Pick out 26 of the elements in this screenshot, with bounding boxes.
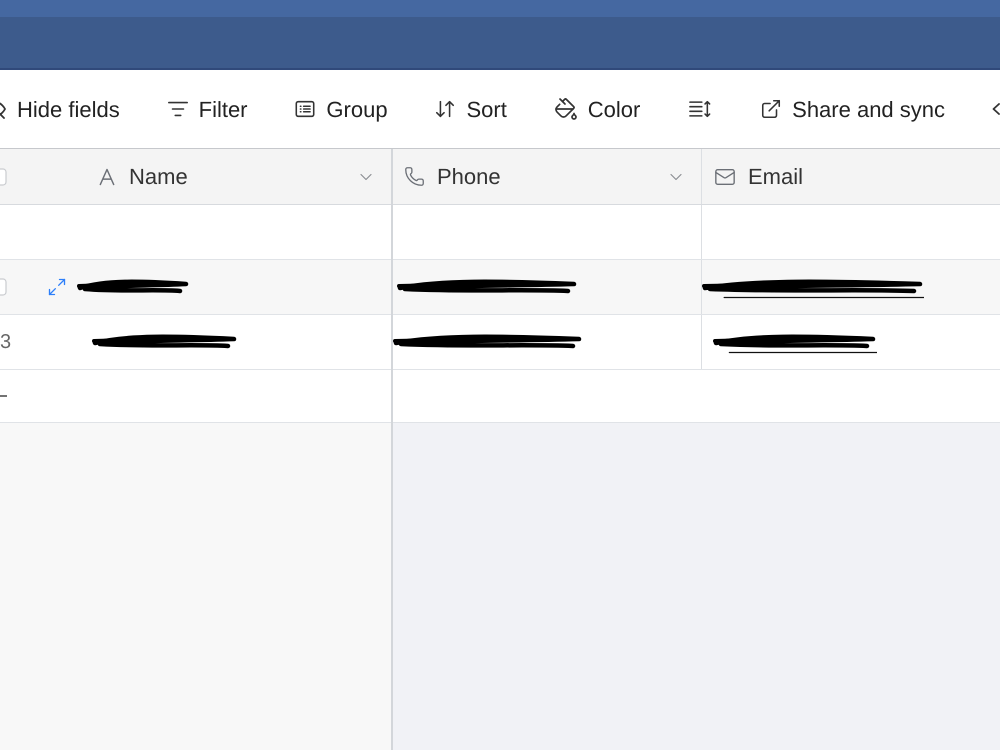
chevron-left-icon (992, 101, 1000, 117)
list-box-icon (294, 98, 316, 120)
sort-arrows-icon (434, 98, 456, 120)
column-title: Email (748, 163, 804, 191)
color-button[interactable]: Color (554, 89, 640, 129)
row-number: 3 (0, 330, 12, 355)
paint-bucket-icon (554, 97, 578, 121)
table-row[interactable] (393, 315, 1000, 370)
group-button[interactable]: Group (294, 89, 388, 129)
sort-button[interactable]: Sort (434, 89, 507, 129)
column-title: Name (129, 163, 188, 191)
hide-fields-button[interactable]: Hide fields (0, 89, 120, 129)
dash-icon (0, 395, 8, 397)
expand-icon[interactable] (47, 277, 67, 297)
row-height-icon (687, 98, 714, 120)
share-and-sync-button[interactable]: Share and sync (760, 89, 946, 129)
checkbox[interactable] (0, 168, 7, 186)
table-row[interactable] (393, 260, 1000, 315)
column-title: Phone (437, 163, 501, 191)
checkbox[interactable] (0, 278, 7, 296)
table-row[interactable]: 3 (0, 315, 391, 370)
external-link-icon (760, 98, 782, 120)
phone-icon (404, 166, 425, 187)
text-field-icon (97, 166, 117, 186)
filter-button[interactable]: Filter (166, 89, 248, 129)
table-cell[interactable] (393, 315, 702, 369)
